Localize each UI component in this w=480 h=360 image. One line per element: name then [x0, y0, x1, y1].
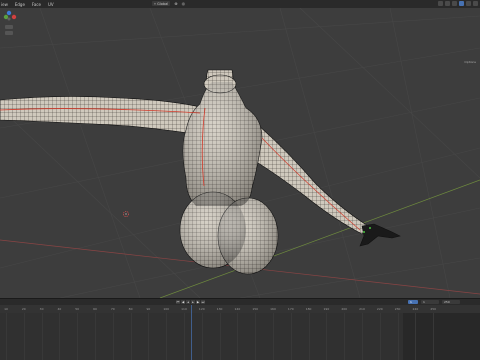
- menu-face[interactable]: Face: [32, 2, 41, 7]
- ruler-tick-label: 80: [128, 307, 133, 311]
- ruler-tick-label: 200: [341, 307, 348, 311]
- play-icon[interactable]: ▸: [191, 300, 195, 304]
- ruler-gridline: [362, 313, 363, 360]
- ruler-gridline: [130, 313, 132, 360]
- ruler-gridline: [326, 313, 328, 360]
- timeline-tracks[interactable]: [0, 313, 480, 360]
- character-mesh[interactable]: [0, 69, 401, 275]
- ruler-gridline: [112, 313, 114, 360]
- transform-orientation-dropdown[interactable]: ⌖ Global: [152, 1, 171, 6]
- ruler-gridline: [148, 313, 150, 360]
- timeline-ruler[interactable]: 10 20 30 40 50 60 70 80 90 100 110 120 130 140 150 160 1…: [0, 305, 480, 313]
- end-frame-field[interactable]: 250: [442, 300, 460, 304]
- ruler-tick-label: 90: [146, 307, 151, 311]
- menu-view[interactable]: iew: [1, 2, 8, 7]
- ruler-gridline: [237, 313, 239, 360]
- ruler-gridline: [201, 313, 203, 360]
- ruler-gridline: [77, 313, 79, 360]
- ruler-tick-label: 170: [287, 307, 294, 311]
- ruler-tick-label: 50: [75, 307, 80, 311]
- 3d-viewport[interactable]: Options: [0, 8, 480, 298]
- jump-start-icon[interactable]: ⏮: [176, 300, 180, 304]
- ruler-tick-label: 130: [216, 307, 223, 311]
- 3d-cursor-icon[interactable]: [123, 210, 130, 217]
- play-reverse-icon[interactable]: ◂: [186, 300, 190, 304]
- ruler-tick-label: 30: [39, 307, 44, 311]
- ruler-tick-label: 20: [21, 307, 26, 311]
- ruler-tick-label: 240: [412, 307, 419, 311]
- ruler-gridline: [23, 313, 25, 360]
- ruler-gridline: [273, 313, 274, 360]
- left-arm: [0, 96, 209, 137]
- ruler-tick-label: 190: [323, 307, 330, 311]
- menu-uv[interactable]: UV: [48, 2, 54, 7]
- ruler-tick-label: 180: [305, 307, 312, 311]
- xray-icon[interactable]: [445, 1, 450, 6]
- jump-end-icon[interactable]: ⏭: [201, 300, 205, 304]
- ruler-gridline: [433, 313, 435, 360]
- ruler-gridline: [290, 313, 292, 360]
- options-label[interactable]: Options: [464, 60, 476, 64]
- blender-window: iew Edge Face UV ⌖ Global ⊕ ◎ Options ⏮ …: [0, 0, 480, 360]
- ruler-gridline: [166, 313, 168, 360]
- ruler-tick-label: 140: [234, 307, 241, 311]
- transform-tools: ⌖ Global ⊕ ◎: [152, 1, 185, 6]
- snap-icon[interactable]: ⊕: [174, 1, 177, 6]
- ruler-tick-label: 120: [198, 307, 205, 311]
- ruler-tick-label: 160: [270, 307, 276, 311]
- viewport-shading-tools: [438, 1, 478, 6]
- ruler-gridline: [6, 313, 7, 360]
- solid-shading-icon[interactable]: [459, 1, 464, 6]
- frame-fields: 1 1 250: [408, 300, 460, 304]
- ruler-gridline: [397, 313, 399, 360]
- prev-keyframe-icon[interactable]: ◀: [181, 300, 185, 304]
- ruler-tick-label: 230: [394, 307, 401, 311]
- material-shading-icon[interactable]: [466, 1, 471, 6]
- ruler-gridline: [379, 313, 381, 360]
- ruler-gridline: [41, 313, 43, 360]
- navigation-gizmo[interactable]: [0, 8, 18, 38]
- ruler-tick-label: 10: [4, 307, 8, 311]
- ruler-tick-label: 40: [57, 307, 62, 311]
- wireframe-shading-icon[interactable]: [452, 1, 457, 6]
- ruler-tick-label: 220: [376, 307, 383, 311]
- viewport-header: iew Edge Face UV ⌖ Global ⊕ ◎: [0, 0, 480, 8]
- ruler-gridline: [255, 313, 257, 360]
- ruler-tick-label: 60: [93, 307, 97, 311]
- rendered-shading-icon[interactable]: [473, 1, 478, 6]
- start-frame-field[interactable]: 1: [421, 300, 439, 304]
- menu-edge[interactable]: Edge: [15, 2, 25, 7]
- viewport-canvas: [0, 8, 480, 298]
- right-hand: [359, 223, 401, 247]
- ruler-gridline: [415, 313, 417, 360]
- ruler-gridline: [95, 313, 96, 360]
- ruler-tick-label: 100: [163, 307, 170, 311]
- current-frame-field[interactable]: 1: [408, 300, 418, 304]
- header-menu: iew Edge Face UV: [0, 2, 54, 7]
- ruler-gridline: [59, 313, 61, 360]
- ruler-gridline: [219, 313, 221, 360]
- ruler-tick-label: 210: [359, 307, 365, 311]
- ruler-tick-label: 250: [430, 307, 437, 311]
- overlay-icon[interactable]: [438, 1, 443, 6]
- ruler-gridline: [344, 313, 346, 360]
- ruler-tick-label: 110: [181, 307, 187, 311]
- ruler-tick-label: 70: [110, 307, 115, 311]
- proportional-icon[interactable]: ◎: [182, 1, 186, 6]
- ruler-gridline: [184, 313, 185, 360]
- playback-controls: ⏮ ◀ ◂ ▸ ▶ ⏭: [176, 300, 205, 304]
- ruler-tick-label: 150: [252, 307, 259, 311]
- next-keyframe-icon[interactable]: ▶: [196, 300, 200, 304]
- current-frame-indicator[interactable]: [191, 305, 192, 360]
- ruler-gridline: [308, 313, 310, 360]
